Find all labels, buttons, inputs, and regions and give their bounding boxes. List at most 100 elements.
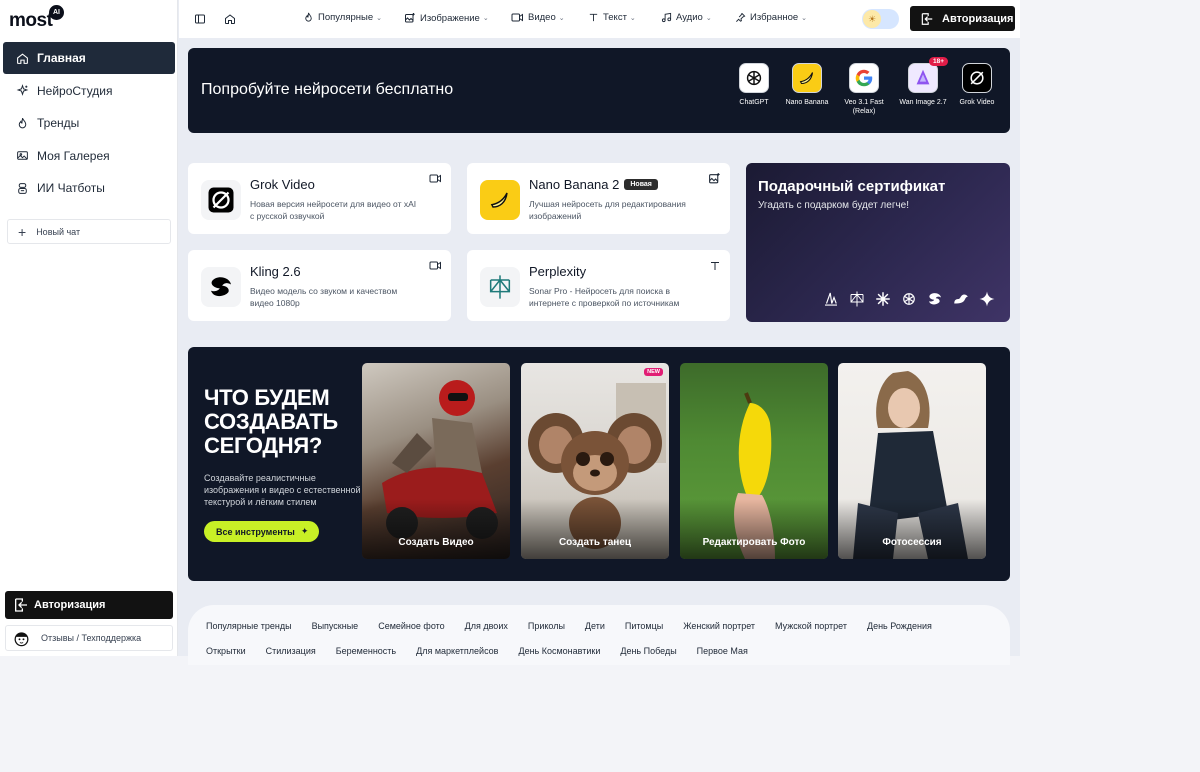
card-perplexity[interactable]: Perplexity Sonar Pro - Нейросеть для пои…: [467, 250, 730, 321]
music-icon: [661, 12, 672, 23]
card-description: Видео модель со звуком и качеством видео…: [250, 286, 398, 308]
tag-chip[interactable]: Дети: [576, 618, 614, 634]
sidebar-item-neurostudio[interactable]: НейроСтудия: [3, 75, 175, 107]
text-icon: [708, 259, 721, 272]
claude-icon: [873, 289, 893, 309]
model-chatgpt[interactable]: ChatGPT: [724, 63, 784, 107]
card-title: Perplexity: [529, 264, 587, 279]
card-description: Лучшая нейросеть для редактирования изоб…: [529, 199, 686, 221]
tag-chip[interactable]: Популярные тренды: [197, 618, 301, 634]
support-avatar-icon: [12, 629, 31, 648]
chevron-down-icon: ⌄: [558, 14, 565, 22]
tile-create-dance[interactable]: NEW Создать танец: [521, 363, 669, 559]
banana-icon: [480, 180, 520, 220]
hero-title: Попробуйте нейросети бесплатно: [201, 81, 454, 98]
tag-chip[interactable]: Мужской портрет: [766, 618, 856, 634]
sidebar-item-trends[interactable]: Тренды: [3, 107, 175, 139]
tile-create-video[interactable]: Создать Видео: [362, 363, 510, 559]
video-icon: [511, 12, 524, 23]
topbar-auth-button[interactable]: Авторизация: [910, 6, 1015, 31]
logo[interactable]: most AI: [9, 5, 64, 32]
tile-shade: [680, 499, 828, 559]
chevron-down-icon: ⌄: [629, 14, 636, 22]
tile-photoshoot[interactable]: Фотосессия: [838, 363, 986, 559]
model-grok-video[interactable]: Grok Video: [947, 63, 1007, 107]
home-icon[interactable]: [223, 12, 237, 26]
menu-favorites[interactable]: Избранное ⌄: [735, 12, 807, 23]
logo-text: most: [9, 10, 53, 31]
gift-certificate-banner[interactable]: Подарочный сертификат Угадать с подарком…: [746, 163, 1010, 322]
tag-chip[interactable]: Для маркетплейсов: [407, 643, 507, 659]
tag-chip[interactable]: Стилизация: [257, 643, 325, 659]
menu-label: Изображение: [420, 12, 480, 24]
login-icon: [13, 597, 29, 613]
chevron-down-icon: ⌄: [482, 15, 489, 22]
sidebar-nav: Главная НейроСтудия Тренды Моя Галерея И…: [3, 42, 175, 205]
sidebar-item-home[interactable]: Главная: [3, 42, 175, 74]
menu-audio[interactable]: Аудио ⌄: [661, 12, 712, 23]
tag-row-1: Популярные тренды Выпускные Семейное фот…: [197, 613, 1002, 638]
tag-chip[interactable]: Приколы: [519, 618, 574, 634]
model-nano-banana[interactable]: Nano Banana: [777, 63, 837, 107]
perplexity-icon: [480, 267, 520, 307]
image-edit-icon: [708, 172, 721, 185]
tag-chip[interactable]: День Победы: [611, 643, 685, 659]
card-nano-banana-2[interactable]: Nano Banana 2 Новая Лучшая нейросеть для…: [467, 163, 730, 234]
tag-chip[interactable]: Питомцы: [616, 618, 672, 634]
tag-chip[interactable]: Беременность: [327, 643, 405, 659]
tile-label: Создать танец: [558, 537, 632, 548]
tag-chip[interactable]: День Рождения: [858, 618, 941, 634]
model-veo[interactable]: Veo 3.1 Fast (Relax): [834, 63, 894, 116]
tag-chip[interactable]: Первое Мая: [688, 643, 757, 659]
tag-chip[interactable]: День Космонавтики: [509, 643, 609, 659]
wan-icon: [908, 63, 938, 93]
gift-model-icons: [821, 289, 997, 309]
pin-icon: [735, 12, 746, 23]
menu-label: Текст: [603, 12, 627, 23]
flame-icon: [303, 12, 314, 23]
model-wan-image[interactable]: 18+ Wan Image 2.7: [893, 57, 953, 107]
card-kling[interactable]: Kling 2.6 Видео модель со звуком и качес…: [188, 250, 451, 321]
image-edit-icon: [404, 12, 416, 24]
theme-toggle[interactable]: ☀: [862, 9, 899, 29]
tile-shade: [838, 499, 986, 559]
menu-video[interactable]: Видео ⌄: [511, 12, 565, 23]
sidebar-item-chatbots[interactable]: ИИ Чатботы: [3, 172, 175, 204]
menu-label: Аудио: [676, 12, 703, 23]
gallery-icon: [15, 149, 29, 163]
plus-icon: +: [18, 223, 27, 240]
sidebar-item-gallery[interactable]: Моя Галерея: [3, 140, 175, 172]
age-badge: 18+: [929, 57, 949, 66]
card-description: Новая версия нейросети для видео от xAI …: [250, 199, 417, 221]
card-grok-video[interactable]: Grok Video Новая версия нейросети для ви…: [188, 163, 451, 234]
kling-icon: [925, 289, 945, 309]
tag-chip[interactable]: Выпускные: [303, 618, 368, 634]
gift-subtitle: Угадать с подарком будет легче!: [758, 200, 910, 211]
menu-label: Видео: [528, 12, 556, 23]
tile-edit-photo[interactable]: Редактировать Фото: [680, 363, 828, 559]
new-chat-button[interactable]: + Новый чат: [7, 219, 171, 244]
sidebar-auth-button[interactable]: Авторизация: [5, 591, 173, 619]
support-button[interactable]: Отзывы / Техподдержка: [5, 625, 173, 651]
model-name: Nano Banana: [785, 99, 829, 106]
sidebar-item-label: НейроСтудия: [37, 83, 113, 98]
all-tools-button[interactable]: Все инструменты ✦: [204, 521, 319, 542]
sun-icon: ☀: [863, 10, 881, 28]
sidebar: most AI Главная НейроСтудия Тренды Моя Г…: [0, 0, 178, 656]
chevron-down-icon: ⌄: [801, 14, 808, 22]
card-description: Sonar Pro - Нейросеть для поиска в интер…: [529, 286, 680, 308]
sparkle-icon: ✦: [300, 526, 309, 536]
card-title-text: Nano Banana 2: [529, 177, 620, 192]
menu-popular[interactable]: Популярные ⌄: [303, 12, 382, 23]
text-icon: [588, 12, 599, 23]
menu-image[interactable]: Изображение ⌄: [404, 12, 489, 24]
tag-chip[interactable]: Семейное фото: [369, 618, 453, 634]
grok-icon: [201, 180, 241, 220]
tag-chip[interactable]: Открытки: [197, 643, 255, 659]
menu-text[interactable]: Текст ⌄: [588, 12, 636, 23]
video-icon: [429, 259, 442, 272]
tag-chip[interactable]: Для двоих: [456, 618, 517, 634]
sidebar-toggle-icon[interactable]: [193, 12, 207, 26]
tag-chip[interactable]: Женский портрет: [674, 618, 764, 634]
all-tools-label: Все инструменты: [216, 526, 295, 537]
